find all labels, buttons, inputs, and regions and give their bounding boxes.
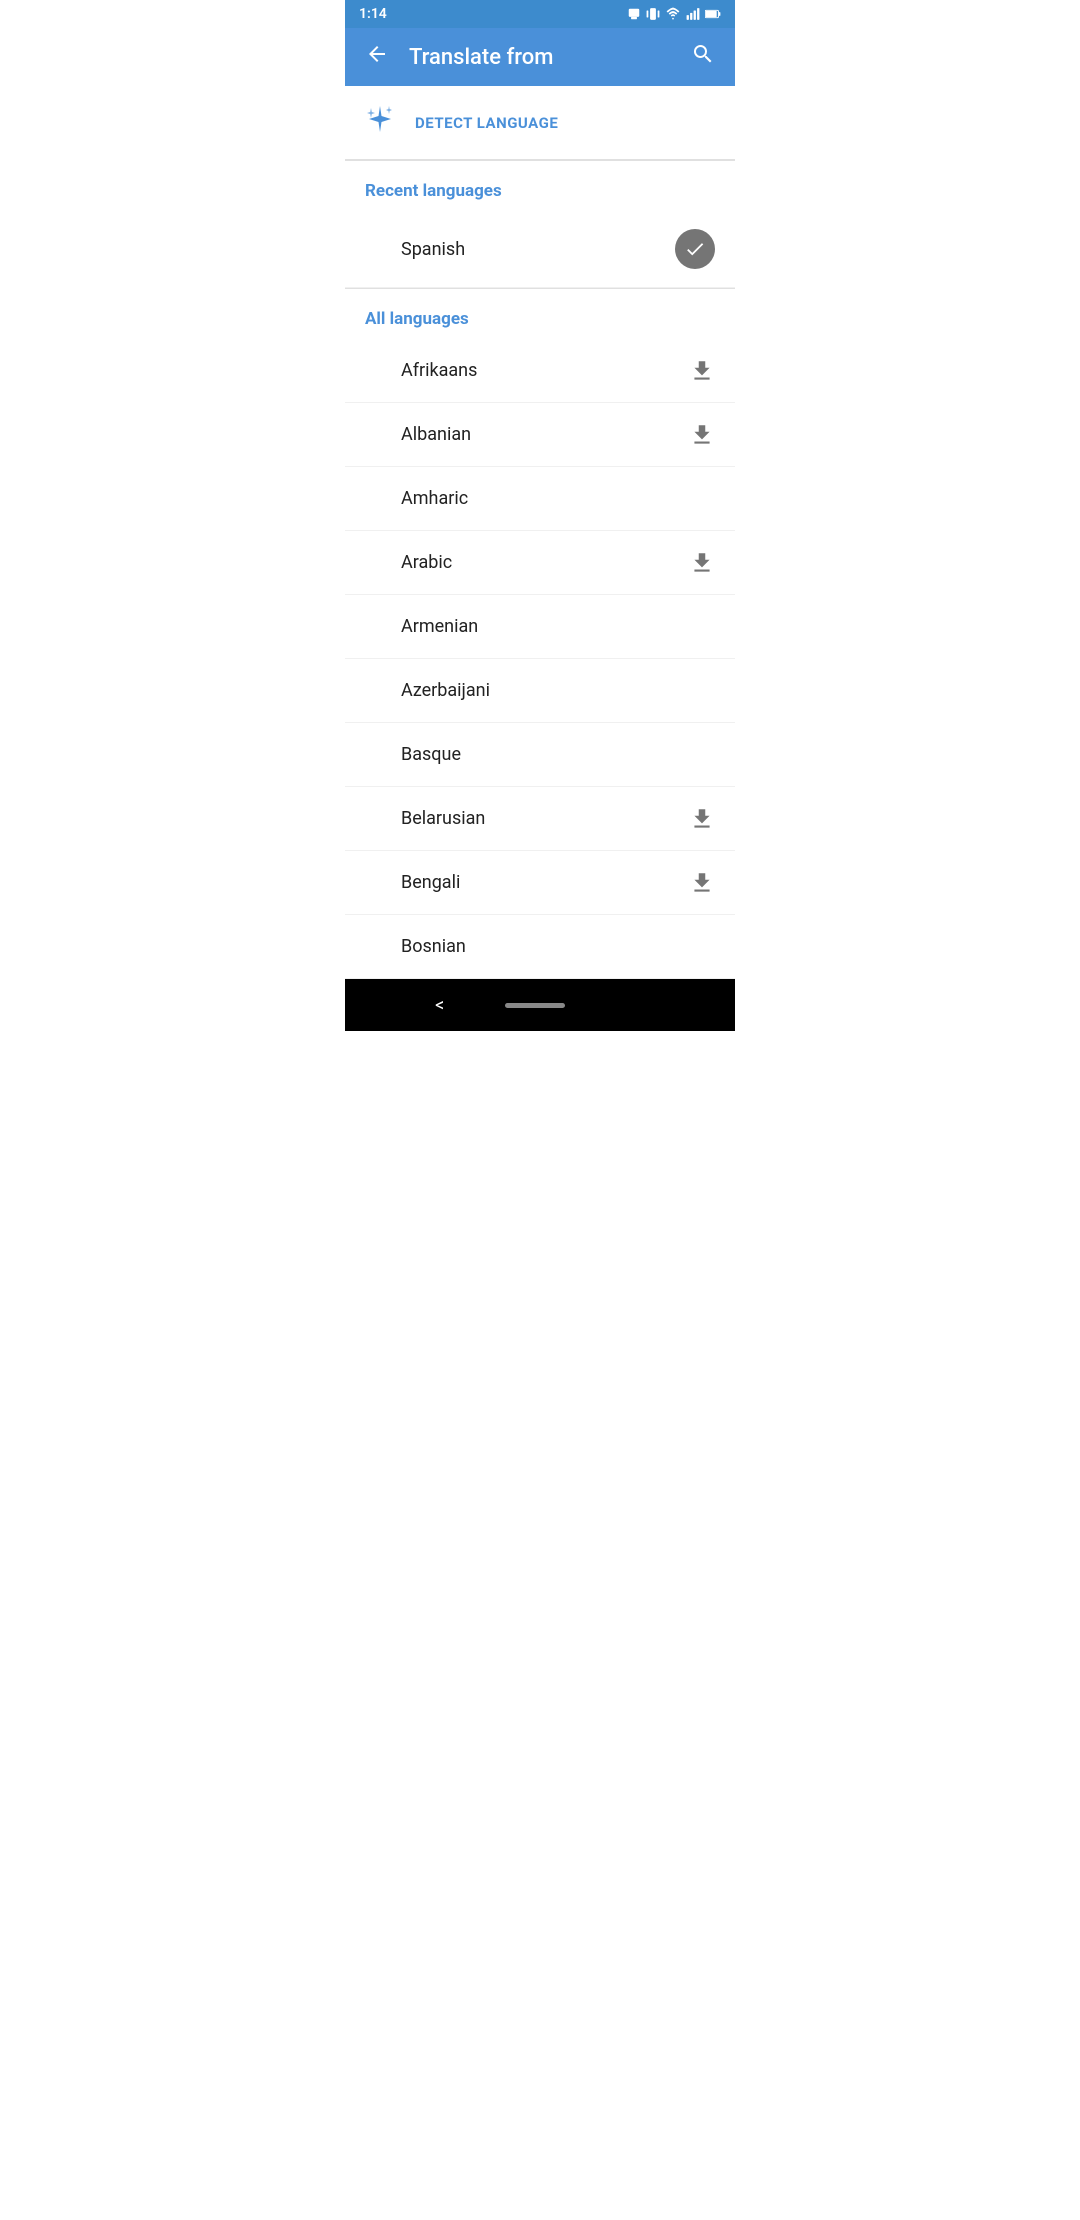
list-item[interactable]: Albanian: [345, 403, 735, 467]
language-name: Spanish: [401, 239, 465, 260]
download-icon[interactable]: [689, 870, 715, 896]
download-icon[interactable]: [689, 550, 715, 576]
home-indicator[interactable]: [505, 1003, 565, 1008]
list-item[interactable]: Azerbaijani: [345, 659, 735, 723]
status-time: 1:14: [359, 6, 387, 22]
sparkles-icon: [365, 104, 395, 141]
list-item[interactable]: Bengali: [345, 851, 735, 915]
battery-icon: [705, 7, 721, 21]
language-name: Armenian: [401, 616, 478, 637]
language-name: Amharic: [401, 488, 468, 509]
language-name: Azerbaijani: [401, 680, 490, 701]
download-icon[interactable]: [689, 358, 715, 384]
detect-language-label: DETECT LANGUAGE: [415, 114, 558, 132]
list-item[interactable]: Spanish: [345, 211, 735, 288]
list-item[interactable]: Afrikaans: [345, 339, 735, 403]
back-button[interactable]: [361, 38, 393, 76]
language-name: Albanian: [401, 424, 471, 445]
list-item[interactable]: Bosnian: [345, 915, 735, 979]
all-languages-header: All languages: [345, 289, 735, 339]
bottom-nav: <: [345, 979, 735, 1031]
app-bar-left: Translate from: [361, 38, 553, 76]
list-item[interactable]: Amharic: [345, 467, 735, 531]
back-nav-icon[interactable]: <: [435, 995, 444, 1016]
list-item[interactable]: Belarusian: [345, 787, 735, 851]
search-button[interactable]: [687, 38, 719, 76]
language-name: Basque: [401, 744, 461, 765]
page-title: Translate from: [409, 45, 553, 70]
notification-icon: [627, 7, 641, 21]
language-name: Arabic: [401, 552, 452, 573]
language-name: Bengali: [401, 872, 460, 893]
signal-icon: [686, 7, 700, 21]
app-bar: Translate from: [345, 28, 735, 86]
language-name: Afrikaans: [401, 360, 477, 381]
status-bar: 1:14: [345, 0, 735, 28]
download-icon[interactable]: [689, 806, 715, 832]
recent-languages-header: Recent languages: [345, 161, 735, 211]
language-name: Belarusian: [401, 808, 485, 829]
detect-language-row[interactable]: DETECT LANGUAGE: [345, 86, 735, 160]
wifi-icon: [665, 7, 681, 21]
list-item[interactable]: Armenian: [345, 595, 735, 659]
vibrate-icon: [646, 7, 660, 21]
downloaded-icon: [675, 229, 715, 269]
language-list: Afrikaans Albanian Amharic Arabic Armenia…: [345, 339, 735, 979]
language-name: Bosnian: [401, 936, 466, 957]
list-item[interactable]: Basque: [345, 723, 735, 787]
list-item[interactable]: Arabic: [345, 531, 735, 595]
status-icons: [627, 7, 721, 21]
download-icon[interactable]: [689, 422, 715, 448]
